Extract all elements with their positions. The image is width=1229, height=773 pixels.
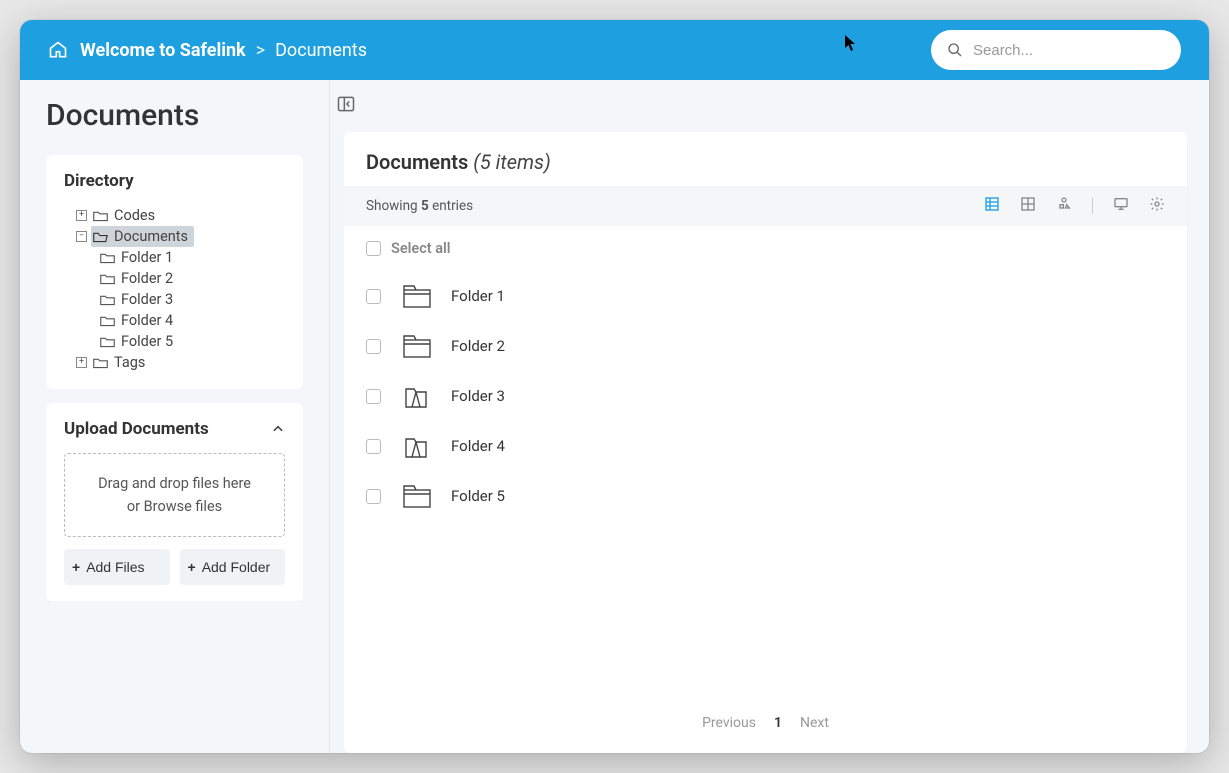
item-name: Folder 1	[451, 287, 505, 305]
directory-card: Directory + Codes − Documents	[46, 155, 303, 389]
search-box[interactable]	[931, 30, 1181, 70]
dropzone-text-2: or Browse files	[75, 495, 274, 518]
content-count: (5 items)	[473, 150, 551, 174]
folder-icon	[93, 210, 108, 222]
expand-icon[interactable]: +	[76, 210, 87, 221]
breadcrumb: Welcome to Safelink > Documents	[80, 40, 367, 61]
item-name: Folder 3	[451, 387, 505, 405]
list-item[interactable]: Folder 4	[366, 421, 1165, 471]
content-title: Documents	[366, 150, 468, 174]
pagination: Previous 1 Next	[344, 701, 1187, 753]
folder-open-icon	[401, 433, 433, 459]
filter-button[interactable]	[1056, 196, 1072, 216]
settings-button[interactable]	[1149, 196, 1165, 216]
breadcrumb-separator: >	[256, 40, 265, 61]
item-checkbox[interactable]	[366, 489, 381, 504]
item-name: Folder 5	[451, 487, 505, 505]
directory-tree: + Codes − Documents Folder 1	[64, 205, 285, 373]
search-icon	[947, 42, 963, 58]
folder-icon	[100, 336, 115, 348]
next-button[interactable]: Next	[800, 715, 829, 731]
folder-icon	[100, 294, 115, 306]
item-listing: Select all Folder 1 Folder 2	[344, 226, 1187, 701]
content-header: Documents (5 items)	[344, 132, 1187, 186]
item-checkbox[interactable]	[366, 339, 381, 354]
directory-title: Directory	[64, 171, 285, 191]
list-item[interactable]: Folder 3	[366, 371, 1165, 421]
tree-node-folder1[interactable]: Folder 1	[100, 247, 285, 268]
main-content: Documents (5 items) Showing 5 entries	[330, 80, 1209, 753]
previous-button[interactable]: Previous	[702, 715, 756, 731]
tree-label: Documents	[114, 228, 188, 245]
tree-label: Folder 3	[121, 291, 173, 308]
toolbar-divider	[1092, 198, 1093, 214]
tree-label: Folder 2	[121, 270, 173, 287]
tree-label: Folder 1	[121, 249, 173, 266]
tree-node-folder2[interactable]: Folder 2	[100, 268, 285, 289]
add-files-button[interactable]: +Add Files	[64, 549, 170, 585]
header-bar: Welcome to Safelink > Documents	[20, 20, 1209, 80]
present-button[interactable]	[1113, 196, 1129, 216]
toolbar: Showing 5 entries	[344, 186, 1187, 226]
grid-view-button[interactable]	[1020, 196, 1036, 216]
item-name: Folder 2	[451, 337, 505, 355]
upload-title: Upload Documents	[64, 419, 209, 439]
tree-label: Folder 4	[121, 312, 173, 329]
tree-label: Codes	[114, 207, 155, 224]
select-all-label: Select all	[391, 240, 451, 257]
folder-icon	[100, 252, 115, 264]
folder-icon	[100, 273, 115, 285]
dropzone-text-1: Drag and drop files here	[75, 472, 274, 495]
search-input[interactable]	[973, 42, 1172, 59]
list-item[interactable]: Folder 2	[366, 321, 1165, 371]
tree-label: Tags	[114, 354, 145, 371]
item-checkbox[interactable]	[366, 389, 381, 404]
collapse-sidebar-button[interactable]	[336, 94, 1209, 118]
breadcrumb-root[interactable]: Welcome to Safelink	[80, 40, 246, 61]
dropzone[interactable]: Drag and drop files here or Browse files	[64, 453, 285, 537]
entries-text: Showing 5 entries	[366, 198, 473, 214]
tree-node-tags[interactable]: + Tags	[76, 352, 285, 373]
folder-icon	[100, 315, 115, 327]
expand-icon[interactable]: +	[76, 357, 87, 368]
page-current: 1	[774, 715, 782, 731]
list-item[interactable]: Folder 1	[366, 271, 1165, 321]
breadcrumb-current: Documents	[275, 40, 367, 61]
tree-node-folder4[interactable]: Folder 4	[100, 310, 285, 331]
folder-open-icon	[401, 383, 433, 409]
item-checkbox[interactable]	[366, 439, 381, 454]
upload-card: Upload Documents Drag and drop files her…	[46, 403, 303, 601]
sidebar: Documents Directory + Codes − Documents	[20, 80, 330, 753]
chevron-up-icon[interactable]	[271, 422, 285, 436]
item-checkbox[interactable]	[366, 289, 381, 304]
plus-icon: +	[72, 559, 80, 575]
select-all-row[interactable]: Select all	[366, 240, 1165, 257]
home-icon[interactable]	[48, 40, 68, 60]
select-all-checkbox[interactable]	[366, 241, 381, 256]
page-title: Documents	[46, 98, 303, 133]
tree-label: Folder 5	[121, 333, 173, 350]
add-folder-button[interactable]: +Add Folder	[180, 549, 286, 585]
browse-link[interactable]: Browse files	[144, 498, 222, 515]
content-card: Documents (5 items) Showing 5 entries	[344, 132, 1187, 753]
folder-open-icon	[93, 231, 108, 243]
item-name: Folder 4	[451, 437, 505, 455]
list-view-button[interactable]	[984, 196, 1000, 216]
tree-node-codes[interactable]: + Codes	[76, 205, 285, 226]
tree-node-folder3[interactable]: Folder 3	[100, 289, 285, 310]
folder-icon	[401, 283, 433, 309]
tree-node-folder5[interactable]: Folder 5	[100, 331, 285, 352]
list-item[interactable]: Folder 5	[366, 471, 1165, 521]
tree-node-documents[interactable]: Documents	[91, 226, 194, 247]
plus-icon: +	[188, 559, 196, 575]
app-window: Welcome to Safelink > Documents Document…	[20, 20, 1209, 753]
folder-icon	[401, 333, 433, 359]
folder-icon	[401, 483, 433, 509]
collapse-icon[interactable]: −	[76, 231, 87, 242]
folder-icon	[93, 357, 108, 369]
